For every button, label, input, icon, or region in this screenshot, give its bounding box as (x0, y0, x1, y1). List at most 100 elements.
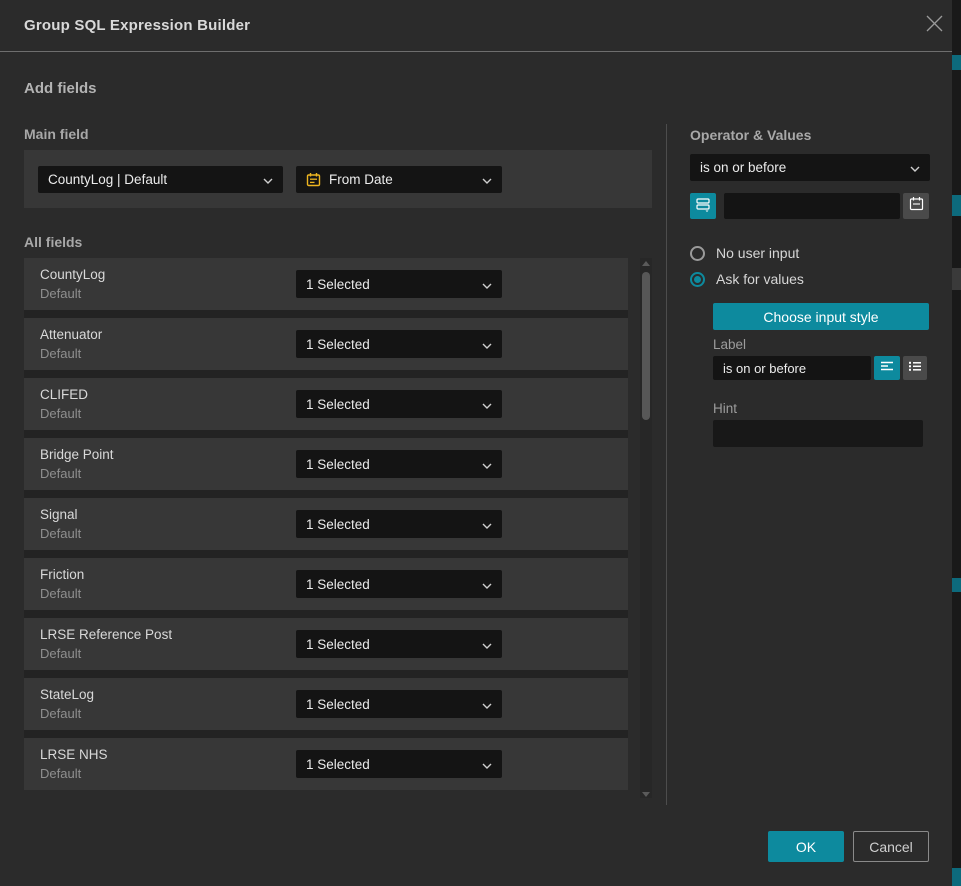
edge-fragment (952, 195, 961, 216)
field-row: Friction Default 1 Selected (24, 558, 628, 610)
operator-values-heading: Operator & Values (690, 127, 811, 143)
all-fields-list: CountyLog Default 1 Selected Attenuator … (24, 258, 628, 790)
field-selected-count: 1 Selected (306, 337, 370, 352)
field-selected-count: 1 Selected (306, 757, 370, 772)
field-subtitle: Default (40, 406, 81, 421)
dialog-title: Group SQL Expression Builder (24, 0, 250, 52)
field-values-select[interactable]: 1 Selected (296, 450, 502, 478)
field-selected-count: 1 Selected (306, 397, 370, 412)
chevron-down-icon (482, 337, 492, 352)
field-row: CountyLog Default 1 Selected (24, 258, 628, 310)
field-values-select[interactable]: 1 Selected (296, 570, 502, 598)
field-values-select[interactable]: 1 Selected (296, 750, 502, 778)
scrollbar-up-arrow-icon[interactable] (642, 261, 650, 266)
field-values-select[interactable]: 1 Selected (296, 270, 502, 298)
close-icon (925, 14, 944, 38)
field-row: Attenuator Default 1 Selected (24, 318, 628, 370)
all-fields-label: All fields (24, 234, 82, 250)
bullet-list-icon (908, 359, 922, 377)
radio-checked-icon (690, 272, 705, 287)
main-layer-select[interactable]: CountyLog | Default (38, 166, 283, 193)
field-subtitle: Default (40, 586, 81, 601)
add-fields-heading: Add fields (24, 80, 97, 97)
radio-unchecked-icon (690, 246, 705, 261)
field-name: Bridge Point (40, 447, 114, 462)
field-selected-count: 1 Selected (306, 577, 370, 592)
field-row: StateLog Default 1 Selected (24, 678, 628, 730)
operator-select[interactable]: is on or before (690, 154, 930, 181)
unique-values-button[interactable] (690, 193, 716, 219)
align-left-icon (880, 359, 894, 377)
chevron-down-icon (482, 397, 492, 412)
main-field-label: Main field (24, 126, 89, 142)
list-scrollbar-thumb[interactable] (642, 272, 650, 420)
main-field-container: CountyLog | Default From Date (24, 150, 652, 208)
field-subtitle: Default (40, 766, 81, 781)
field-name: Friction (40, 567, 84, 582)
scrollbar-down-arrow-icon[interactable] (642, 792, 650, 797)
single-line-style-button[interactable] (874, 356, 900, 380)
edge-fragment (952, 268, 961, 290)
field-name: StateLog (40, 687, 94, 702)
field-values-select[interactable]: 1 Selected (296, 690, 502, 718)
field-name: CLIFED (40, 387, 88, 402)
date-value-input[interactable] (724, 193, 900, 219)
edge-fragment (952, 578, 961, 592)
main-field-select[interactable]: From Date (296, 166, 502, 193)
field-subtitle: Default (40, 466, 81, 481)
main-layer-select-value: CountyLog | Default (48, 172, 167, 187)
field-name: Attenuator (40, 327, 102, 342)
field-selected-count: 1 Selected (306, 697, 370, 712)
date-picker-button[interactable] (903, 193, 929, 219)
ask-for-values-label: Ask for values (716, 271, 804, 287)
label-label: Label (713, 337, 746, 352)
field-values-select[interactable]: 1 Selected (296, 510, 502, 538)
field-values-select[interactable]: 1 Selected (296, 630, 502, 658)
field-name: LRSE NHS (40, 747, 108, 762)
field-values-select[interactable]: 1 Selected (296, 390, 502, 418)
field-row: LRSE NHS Default 1 Selected (24, 738, 628, 790)
chevron-down-icon (482, 697, 492, 712)
field-subtitle: Default (40, 706, 81, 721)
field-selected-count: 1 Selected (306, 517, 370, 532)
dialog-titlebar: Group SQL Expression Builder (0, 0, 952, 52)
chevron-down-icon (482, 517, 492, 532)
operator-select-value: is on or before (700, 160, 786, 175)
ask-for-values-radio[interactable]: Ask for values (690, 271, 804, 287)
close-button[interactable] (920, 12, 948, 40)
ok-button[interactable]: OK (768, 831, 844, 862)
calendar-icon (909, 196, 924, 216)
field-subtitle: Default (40, 526, 81, 541)
edge-fragment (952, 868, 961, 886)
field-row: Signal Default 1 Selected (24, 498, 628, 550)
field-values-select[interactable]: 1 Selected (296, 330, 502, 358)
hint-input[interactable] (713, 420, 923, 447)
date-field-icon (306, 172, 321, 187)
panel-divider (666, 124, 667, 805)
no-user-input-label: No user input (716, 245, 799, 261)
chevron-down-icon (482, 457, 492, 472)
field-name: LRSE Reference Post (40, 627, 172, 642)
field-name: CountyLog (40, 267, 105, 282)
list-style-button[interactable] (903, 356, 927, 380)
hint-label: Hint (713, 401, 737, 416)
choose-input-style-button[interactable]: Choose input style (713, 303, 929, 330)
chevron-down-icon (482, 637, 492, 652)
chevron-down-icon (482, 757, 492, 772)
label-input[interactable] (713, 356, 871, 380)
cancel-button[interactable]: Cancel (853, 831, 929, 862)
chevron-down-icon (263, 172, 273, 187)
field-selected-count: 1 Selected (306, 457, 370, 472)
main-field-select-value: From Date (329, 172, 393, 187)
unique-values-icon (695, 196, 711, 217)
no-user-input-radio[interactable]: No user input (690, 245, 799, 261)
chevron-down-icon (482, 277, 492, 292)
field-row: CLIFED Default 1 Selected (24, 378, 628, 430)
group-sql-expression-builder-dialog: Group SQL Expression Builder Add fields … (0, 0, 961, 886)
field-selected-count: 1 Selected (306, 277, 370, 292)
edge-fragment (952, 55, 961, 70)
chevron-down-icon (482, 577, 492, 592)
field-selected-count: 1 Selected (306, 637, 370, 652)
field-row: LRSE Reference Post Default 1 Selected (24, 618, 628, 670)
field-subtitle: Default (40, 286, 81, 301)
